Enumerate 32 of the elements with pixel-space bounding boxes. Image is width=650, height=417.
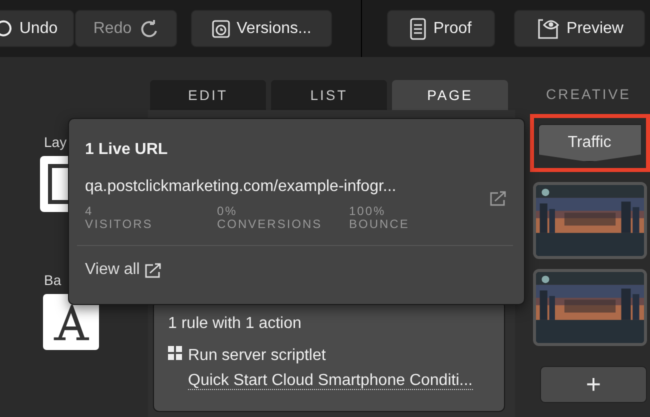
add-button[interactable]: + — [540, 366, 647, 403]
stat-value: 0% — [217, 205, 238, 218]
section-label: Ba — [44, 272, 62, 288]
font-icon[interactable] — [40, 294, 102, 350]
versions-button[interactable]: Versions... — [191, 10, 332, 47]
external-link-icon[interactable] — [144, 262, 162, 278]
traffic-button[interactable]: Traffic — [538, 124, 642, 162]
stat-value: 4 — [85, 205, 94, 218]
live-url[interactable]: qa.postclickmarketing.com/example-infogr... — [85, 178, 507, 196]
tab[interactable]: LIST — [271, 80, 387, 110]
popover-title: 1 Live URL — [85, 141, 169, 159]
stat-value: 100% — [349, 205, 387, 218]
stat-label: VISITORS — [85, 218, 154, 231]
external-link-icon[interactable] — [490, 191, 507, 206]
undo-button[interactable]: Undo — [0, 10, 74, 47]
creative-tab[interactable]: CREATIVE — [546, 86, 631, 102]
preview-icon — [536, 16, 560, 40]
tab[interactable]: PAGE — [392, 80, 508, 110]
scriptlet-link[interactable]: Quick Start Cloud Smartphone Conditi... — [188, 372, 473, 390]
rule-action: Run server scriptlet Quick Start Cloud Smartphone Conditi... — [188, 346, 474, 392]
proof-button[interactable]: Proof — [387, 10, 495, 47]
stat-label: CONVERSIONS — [217, 218, 324, 231]
tab[interactable]: EDIT — [150, 80, 266, 110]
preview-button[interactable]: Preview — [514, 10, 645, 47]
view-all-link[interactable]: View all — [85, 261, 140, 279]
rule-summary: 1 rule with 1 action — [168, 315, 302, 333]
versions-icon — [212, 20, 230, 38]
document-icon — [410, 18, 426, 40]
stat-label: BOUNCE — [349, 218, 410, 231]
grid-icon — [168, 346, 182, 360]
section-label: Lay — [44, 134, 67, 150]
redo-icon — [138, 18, 159, 38]
